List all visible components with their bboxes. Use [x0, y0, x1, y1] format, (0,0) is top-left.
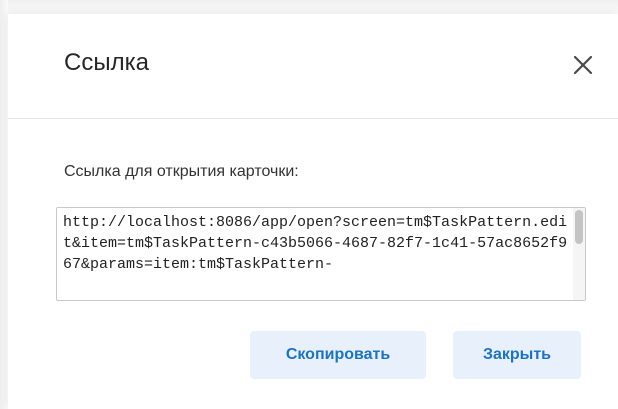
- close-button[interactable]: [568, 50, 598, 80]
- close-icon: [568, 50, 598, 80]
- link-text[interactable]: http://localhost:8086/app/open?screen=tm…: [63, 212, 571, 275]
- scroll-thumb[interactable]: [575, 210, 583, 244]
- backdrop: [0, 0, 618, 14]
- close-dialog-button[interactable]: Закрыть: [453, 331, 581, 379]
- scrollbar[interactable]: [573, 208, 585, 300]
- copy-button[interactable]: Скопировать: [250, 331, 426, 379]
- dialog-header: Ссылка: [8, 14, 618, 119]
- dialog-title: Ссылка: [64, 49, 149, 76]
- field-label: Ссылка для открытия карточки:: [64, 163, 299, 180]
- backdrop-edge: [0, 0, 8, 409]
- link-dialog: Ссылка Ссылка для открытия карточки: htt…: [8, 14, 618, 409]
- link-textarea[interactable]: http://localhost:8086/app/open?screen=tm…: [56, 207, 586, 301]
